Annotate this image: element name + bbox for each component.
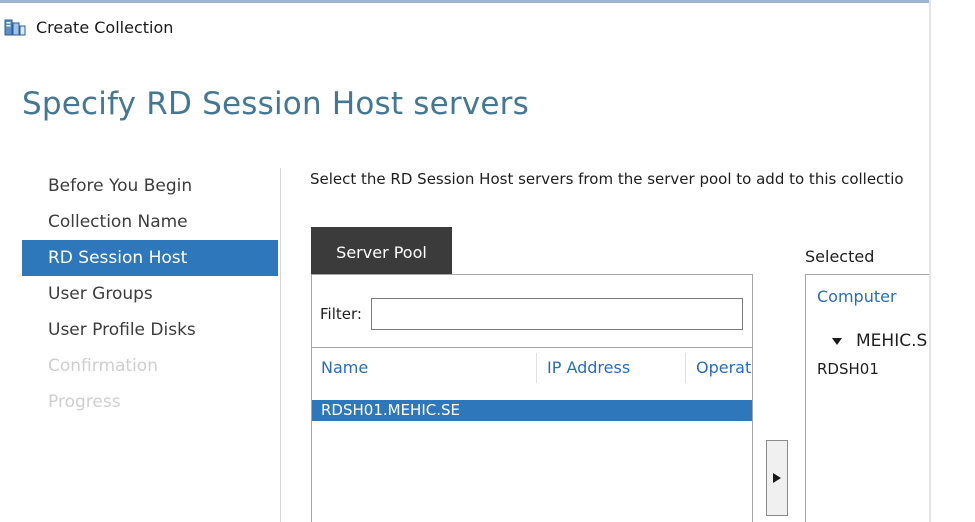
nav-item-before-you-begin[interactable]: Before You Begin <box>22 168 278 204</box>
window-title: Create Collection <box>36 18 174 37</box>
nav-item-user-profile-disks[interactable]: User Profile Disks <box>22 312 278 348</box>
create-collection-window: Create Collection Specify RD Session Hos… <box>0 0 929 522</box>
nav-item-user-groups[interactable]: User Groups <box>22 276 278 312</box>
filter-input[interactable] <box>371 298 743 330</box>
selected-server-item[interactable]: RDSH01 <box>817 360 879 378</box>
server-collection-icon <box>4 19 26 36</box>
column-header-computer[interactable]: Computer <box>817 287 897 306</box>
column-header-name[interactable]: Name <box>321 348 536 388</box>
column-header-operating-system[interactable]: Operat <box>696 348 752 388</box>
column-separator[interactable] <box>685 353 686 383</box>
window-top-border <box>0 0 929 3</box>
right-arrow-icon <box>773 473 781 483</box>
nav-item-progress: Progress <box>48 392 121 412</box>
filter-row: Filter: <box>312 275 752 348</box>
tab-server-pool[interactable]: Server Pool <box>311 227 452 274</box>
edge-divider <box>929 0 931 522</box>
table-row[interactable]: RDSH01.MEHIC.SE <box>312 400 752 421</box>
selected-panel: Computer MEHIC.S RDSH01 <box>805 274 929 522</box>
server-name-cell: RDSH01.MEHIC.SE <box>321 401 460 419</box>
collapse-triangle-icon[interactable] <box>832 337 842 345</box>
server-pool-panel: Filter: Name IP Address Operat RDSH01.ME… <box>311 274 753 522</box>
nav-item-collection-name[interactable]: Collection Name <box>22 204 278 240</box>
nav-item-confirmation: Confirmation <box>48 356 158 376</box>
nav-divider <box>280 168 281 522</box>
column-separator[interactable] <box>536 353 537 383</box>
column-header-ip-address[interactable]: IP Address <box>547 348 685 388</box>
instructions-text: Select the RD Session Host servers from … <box>310 170 904 188</box>
page-title: Specify RD Session Host servers <box>22 86 529 122</box>
tree-group-domain[interactable]: MEHIC.S <box>832 331 927 351</box>
window-right-edge <box>929 0 975 522</box>
add-to-selected-button[interactable] <box>766 440 788 516</box>
tree-group-label: MEHIC.S <box>856 331 928 351</box>
filter-label: Filter: <box>320 305 362 323</box>
title-bar: Create Collection <box>0 6 929 46</box>
wizard-nav: Before You Begin Collection Name RD Sess… <box>22 168 278 420</box>
selected-label: Selected <box>805 247 875 266</box>
nav-item-rd-session-host[interactable]: RD Session Host <box>22 240 278 276</box>
